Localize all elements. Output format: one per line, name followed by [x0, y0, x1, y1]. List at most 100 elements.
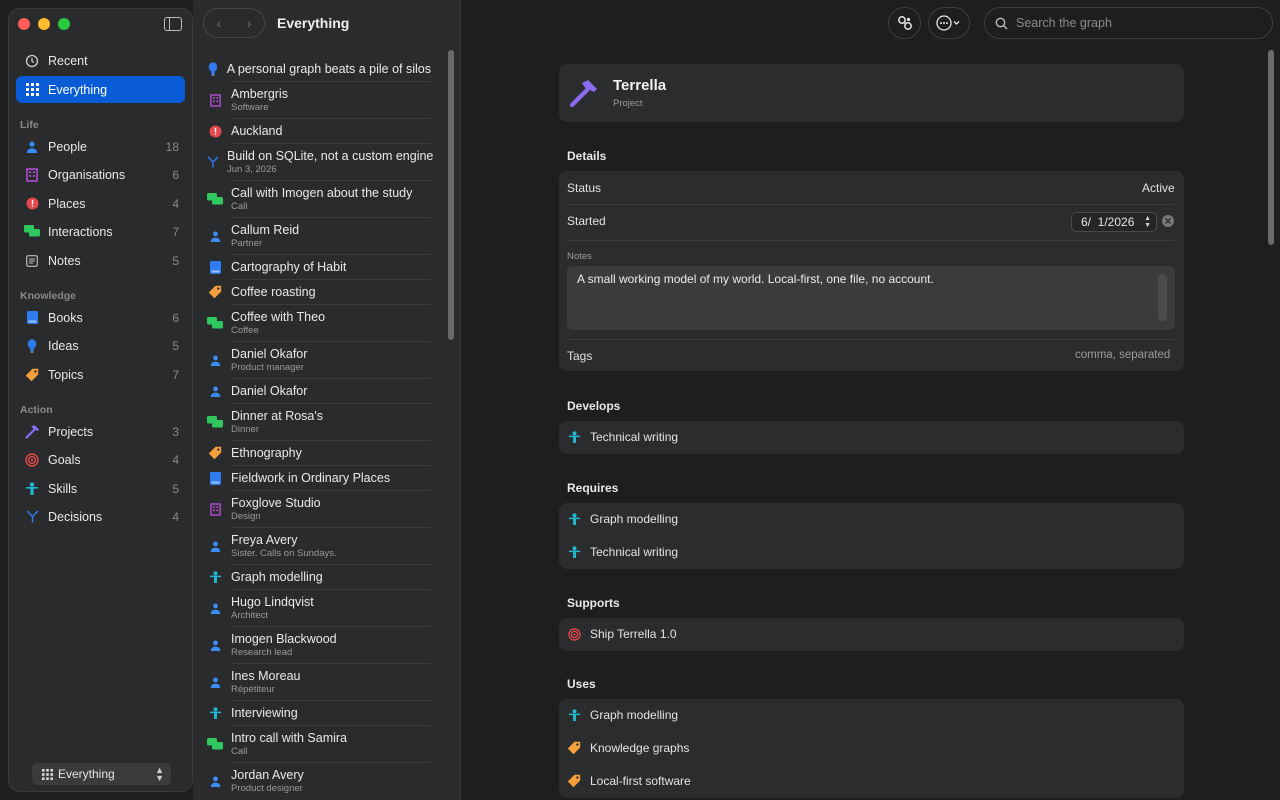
list-item[interactable]: Callum Reid Partner [207, 218, 431, 254]
sidebar-item-people[interactable]: People 18 [16, 133, 185, 160]
list-item-title: Build on SQLite, not a custom engine [227, 149, 434, 163]
list-item-text: Freya Avery Sister. Calls on Sundays. [231, 533, 337, 559]
sidebar-item-goals[interactable]: Goals 4 [16, 446, 185, 473]
scope-select[interactable]: Everything ▲ ▼ [32, 763, 171, 785]
sidebar-item-decisions[interactable]: Decisions 4 [16, 503, 185, 530]
decision-icon [207, 154, 219, 170]
sidebar-item-label: Notes [48, 253, 81, 268]
list-item-text: Cartography of Habit [231, 260, 346, 274]
relation-item[interactable]: Ship Terrella 1.0 [567, 627, 677, 641]
person-icon [207, 773, 223, 789]
sidebar-item-topics[interactable]: Topics 7 [16, 361, 185, 388]
list-item[interactable]: Coffee with Theo Coffee [207, 305, 431, 341]
list-item[interactable]: Ambergris Software [207, 82, 431, 118]
zoom-window-button[interactable] [58, 18, 70, 30]
skill-icon [24, 481, 40, 497]
list-item[interactable]: Auckland [207, 119, 431, 143]
more-actions-menu[interactable] [928, 7, 970, 39]
search-input[interactable]: Search the graph [1016, 16, 1112, 30]
sidebar-item-interactions[interactable]: Interactions 7 [16, 218, 185, 245]
list-item-subtitle: Jun 3, 2026 [227, 164, 277, 175]
list-item-title: Cartography of Habit [231, 260, 347, 274]
list-item[interactable]: Foxglove Studio Design [207, 491, 431, 527]
started-date-field[interactable]: 6/ 1/2026 ▲ ▼ [1071, 212, 1157, 232]
hammer-icon [24, 424, 40, 440]
list-item[interactable]: Ethnography [207, 441, 431, 465]
search-icon [995, 17, 1008, 30]
item-count: 4 [172, 196, 179, 211]
list-item[interactable]: Ines Moreau Répétiteur [207, 664, 431, 700]
decision-icon [24, 509, 40, 525]
detail-scrollbar[interactable] [1268, 50, 1274, 245]
relation-item[interactable]: Local-first software [567, 774, 691, 788]
relation-item[interactable]: Knowledge graphs [567, 741, 689, 755]
search-field[interactable]: Search the graph [984, 7, 1273, 39]
list-item[interactable]: Daniel Okafor [207, 379, 431, 403]
minimize-window-button[interactable] [38, 18, 50, 30]
section-title-develops: Develops [567, 399, 621, 413]
started-label: Started [567, 214, 606, 228]
tags-label: Tags [567, 349, 593, 363]
list-item[interactable]: Daniel Okafor Product manager [207, 342, 431, 378]
list-item[interactable]: Interviewing [207, 701, 431, 725]
list-item-text: Daniel Okafor [231, 384, 307, 398]
forward-arrow-icon[interactable]: › [234, 9, 264, 37]
sidebar-item-everything[interactable]: Everything [16, 76, 185, 103]
hammer-icon [569, 78, 599, 108]
list-item[interactable]: Dinner at Rosa's Dinner [207, 404, 431, 440]
bulb-icon [207, 61, 219, 77]
sidebar-item-label: Decisions [48, 509, 103, 524]
relation-item[interactable]: Graph modelling [567, 708, 678, 722]
list-item[interactable]: Imogen Blackwood Research lead [207, 627, 431, 663]
list-item-subtitle: Design [231, 511, 261, 522]
close-window-button[interactable] [18, 18, 30, 30]
sidebar-item-label: Goals [48, 452, 81, 467]
tags-input[interactable]: comma, separated [1075, 349, 1170, 361]
sidebar-item-books[interactable]: Books 6 [16, 304, 185, 331]
status-value[interactable]: Active [1142, 181, 1175, 195]
list-item[interactable]: Build on SQLite, not a custom engine Jun … [207, 144, 433, 180]
project-title[interactable]: Terrella [613, 77, 666, 94]
group-label-knowledge: Knowledge [20, 290, 77, 302]
list-item[interactable]: Hugo Lindqvist Architect [207, 590, 431, 626]
back-arrow-icon[interactable]: ‹ [204, 9, 234, 37]
list-scrollbar[interactable] [448, 50, 454, 340]
list-item[interactable]: Coffee roasting [207, 280, 431, 304]
list-item[interactable]: Intro call with Samira Call [207, 726, 431, 762]
relation-item[interactable]: Technical writing [567, 545, 678, 559]
tag-icon [24, 367, 40, 383]
list-item[interactable]: Jordan Avery Product designer [207, 763, 431, 799]
sidebar-item-ideas[interactable]: Ideas 5 [16, 332, 185, 359]
sidebar-item-recent[interactable]: Recent [16, 47, 185, 74]
list-item[interactable]: Call with Imogen about the study Call [207, 181, 431, 217]
sidebar-item-places[interactable]: Places 4 [16, 190, 185, 217]
list-item-text: Coffee roasting [231, 285, 316, 299]
list-item[interactable]: Graph modelling [207, 565, 431, 589]
list-item-title: Hugo Lindqvist [231, 595, 314, 609]
date-stepper-icon: ▲ ▼ [1144, 215, 1151, 229]
notes-textarea[interactable]: A small working model of my world. Local… [567, 266, 1175, 330]
graph-view-button[interactable] [888, 7, 921, 39]
list-item[interactable]: Fieldwork in Ordinary Places [207, 466, 431, 490]
pin-icon [24, 196, 40, 212]
sidebar-toggle-icon[interactable] [164, 17, 182, 31]
list-item[interactable]: Freya Avery Sister. Calls on Sundays. [207, 528, 431, 564]
sidebar-item-projects[interactable]: Projects 3 [16, 418, 185, 445]
sidebar-item-notes[interactable]: Notes 5 [16, 247, 185, 274]
list-item[interactable]: A personal graph beats a pile of silos [207, 57, 431, 81]
list-item-subtitle: Software [231, 102, 269, 113]
clock-icon [24, 53, 40, 69]
list-item[interactable]: Cartography of Habit [207, 255, 431, 279]
notes-scrollbar[interactable] [1158, 274, 1167, 321]
sidebar-item-label: Recent [48, 53, 88, 68]
skill-icon [567, 430, 581, 444]
person-icon [207, 352, 223, 368]
sidebar-item-skills[interactable]: Skills 5 [16, 475, 185, 502]
clear-date-icon[interactable] [1162, 215, 1174, 227]
item-count: 18 [165, 139, 179, 154]
relation-item[interactable]: Technical writing [567, 430, 678, 444]
list-item-text: Build on SQLite, not a custom engine Jun … [227, 149, 433, 175]
sidebar-item-organisations[interactable]: Organisations 6 [16, 161, 185, 188]
relation-item[interactable]: Graph modelling [567, 512, 678, 526]
section-title-uses: Uses [567, 677, 596, 691]
